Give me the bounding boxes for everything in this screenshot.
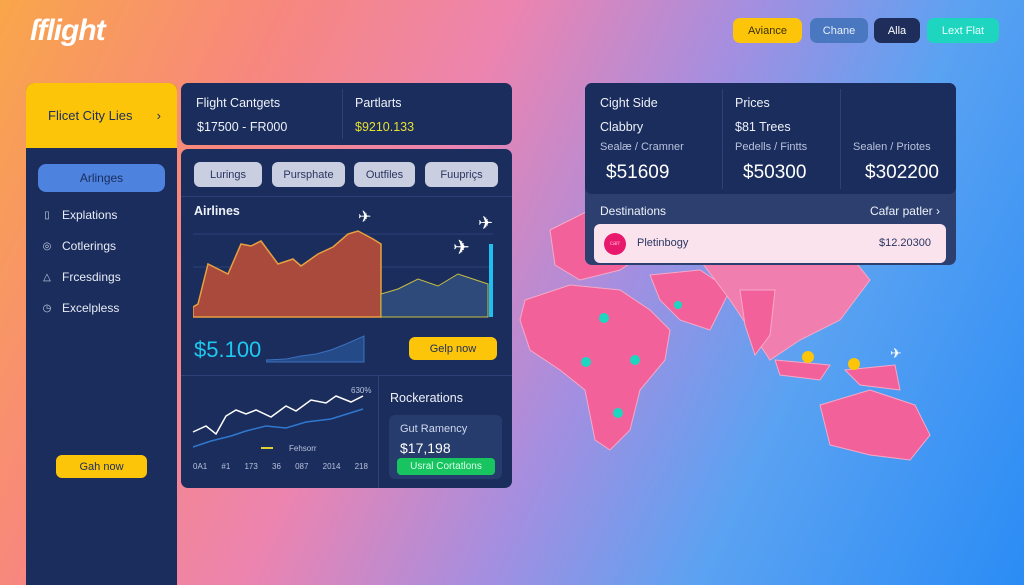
- stat-value: $51609: [606, 162, 670, 183]
- recommendations-title: Rockerations: [390, 391, 463, 405]
- destinations-link[interactable]: Cafar patler ›: [870, 204, 940, 218]
- trend-tag: 630%: [351, 386, 372, 395]
- plane-icon: ✈: [890, 345, 902, 361]
- x-tick: 218: [354, 462, 368, 471]
- sidebar-item-label: Excelpless: [62, 301, 120, 315]
- airlines-area-chart: ✈ ✈ ✈: [193, 209, 493, 318]
- recommendation-card-value: $17,198: [400, 440, 451, 456]
- bell-icon: △: [43, 271, 51, 283]
- destination-badge: carr: [604, 233, 626, 255]
- recommendation-card-title: Gut Ramency: [400, 423, 468, 435]
- map-pin-highlight[interactable]: [802, 351, 814, 363]
- stats-destinations-panel: Cight Side Clabbry Sealæ / Cramner $5160…: [585, 83, 956, 265]
- filter-chip-lurings[interactable]: Lurings: [194, 162, 262, 187]
- stat-sub: Sealæ / Cramner: [600, 141, 684, 153]
- x-tick: 087: [295, 462, 309, 471]
- trend-legend: Fehsorr: [289, 444, 317, 453]
- stat-sub: Pedells / Fintts: [735, 141, 808, 153]
- stat-sub: Sealen / Priotes: [853, 141, 931, 153]
- chevron-right-icon: ›: [156, 108, 161, 123]
- stat-title: Prices: [735, 96, 770, 110]
- sidebar-get-now-button[interactable]: Gah now: [56, 455, 147, 478]
- map-pin[interactable]: [630, 355, 640, 365]
- recommendation-card: Gut Ramency $17,198 Usral Cortatlons: [389, 415, 502, 479]
- airlines-area-series-2: [380, 273, 489, 318]
- stat-title: Cight Side: [600, 96, 658, 110]
- plane-icon: ✈: [478, 213, 493, 233]
- stat-line: Clabbry: [600, 120, 644, 134]
- destination-row[interactable]: carr Pletinbogy $12.20300: [594, 224, 946, 263]
- summary-left-title: Flight Cantgets: [196, 96, 281, 110]
- map-region-australia: [819, 389, 931, 461]
- map-pin[interactable]: [674, 301, 682, 309]
- plane-icon: ✈: [358, 209, 371, 226]
- filter-chip-pursphate[interactable]: Pursphate: [272, 162, 345, 187]
- trend-line-chart: [192, 395, 364, 449]
- sidebar-item-cotlerings[interactable]: ◎ Cotlerings: [42, 239, 116, 253]
- lext-flat-button[interactable]: Lext Flat: [927, 18, 999, 43]
- filter-chip-fuupricts[interactable]: Fuupriçs: [425, 162, 498, 187]
- clipboard-icon: ▯: [44, 209, 50, 221]
- airlines-price: $5.100: [194, 337, 262, 362]
- summary-right-value: $9210.133: [355, 120, 415, 134]
- map-pin[interactable]: [613, 408, 623, 418]
- price-sparkline: [266, 335, 365, 363]
- map-region-indonesia: [774, 359, 831, 381]
- chane-button[interactable]: Chane: [810, 18, 868, 43]
- main-panel: Lurings Pursphate Outfiles Fuupriçs Airl…: [181, 149, 512, 488]
- plane-icon: ✈: [453, 237, 470, 259]
- filter-chip-outfiles[interactable]: Outfiles: [354, 162, 415, 187]
- aviance-button[interactable]: Aviance: [733, 18, 802, 43]
- map-region-africa: [519, 284, 671, 451]
- sidebar-item-frcesdings[interactable]: △ Frcesdings: [42, 270, 121, 284]
- destination-name: Pletinbogy: [637, 237, 689, 249]
- clock-icon: ◷: [42, 302, 52, 314]
- x-tick: 36: [272, 462, 281, 471]
- alla-button[interactable]: Alla: [874, 18, 920, 43]
- summary-card: Flight Cantgets $17500 - FR000 Partlarts…: [181, 83, 512, 145]
- airlines-area-series-1: [193, 230, 382, 318]
- sidebar-item-airlines[interactable]: Arlinges: [38, 164, 165, 192]
- x-tick: 2014: [322, 462, 341, 471]
- chevron-right-icon: ›: [936, 204, 940, 218]
- summary-right-title: Partlarts: [355, 96, 402, 110]
- x-tick: #1: [221, 462, 231, 471]
- map-pin-highlight[interactable]: [848, 358, 860, 370]
- map-pin[interactable]: [599, 313, 609, 323]
- sidebar-item-explations[interactable]: ▯ Explations: [42, 208, 117, 222]
- destination-price: $12.20300: [879, 237, 931, 249]
- destinations-link-label: Cafar patler: [869, 204, 933, 218]
- trend-x-axis: 0A1 #1 173 36 087 2014 218: [193, 462, 368, 471]
- destinations-title: Destinations: [600, 204, 667, 218]
- airlines-get-now-button[interactable]: Gelp now: [409, 337, 497, 360]
- x-tick: 0A1: [193, 462, 208, 471]
- airlines-highlight-bar: [489, 244, 493, 317]
- x-tick: 173: [244, 462, 258, 471]
- map-pin[interactable]: [581, 357, 591, 367]
- logo[interactable]: ſflight: [30, 14, 106, 48]
- sidebar-header-label: Flicet City Lies: [48, 108, 133, 123]
- trend-series-1: [192, 395, 364, 436]
- stats-card: Cight Side Clabbry Sealæ / Cramner $5160…: [585, 83, 956, 194]
- search-icon: ◎: [42, 240, 52, 252]
- sidebar-item-excelpless[interactable]: ◷ Excelpless: [42, 301, 120, 315]
- sidebar-item-label: Frcesdings: [62, 270, 121, 284]
- stat-value: $50300: [743, 162, 807, 183]
- sidebar-header[interactable]: Flicet City Lies ›: [26, 83, 177, 148]
- stat-value: $302200: [865, 162, 939, 183]
- stat-line: $81 Trees: [735, 120, 791, 134]
- sidebar-item-label: Cotlerings: [62, 239, 117, 253]
- sidebar: Flicet City Lies › Arlinges ▯ Explations ◎…: [26, 83, 177, 585]
- recommendation-button[interactable]: Usral Cortatlons: [397, 458, 495, 475]
- sidebar-item-label: Explations: [62, 208, 118, 222]
- summary-left-value: $17500 - FR000: [197, 120, 288, 134]
